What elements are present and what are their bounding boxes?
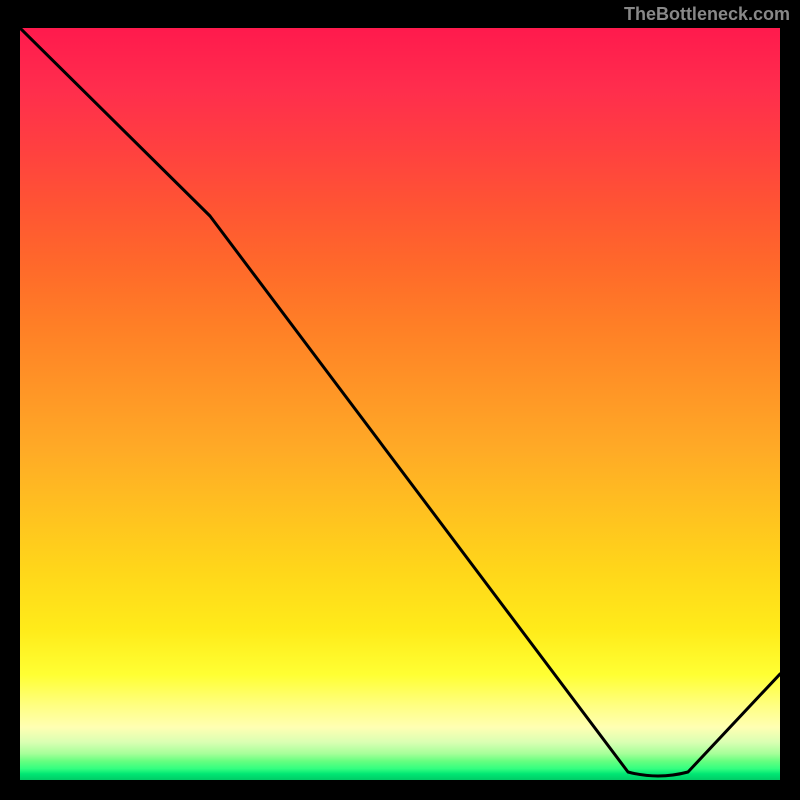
line-chart-svg [20, 28, 780, 780]
bottleneck-curve-path [20, 28, 780, 776]
plot-area [20, 28, 780, 780]
chart-container [20, 28, 780, 780]
watermark-text: TheBottleneck.com [624, 4, 790, 25]
